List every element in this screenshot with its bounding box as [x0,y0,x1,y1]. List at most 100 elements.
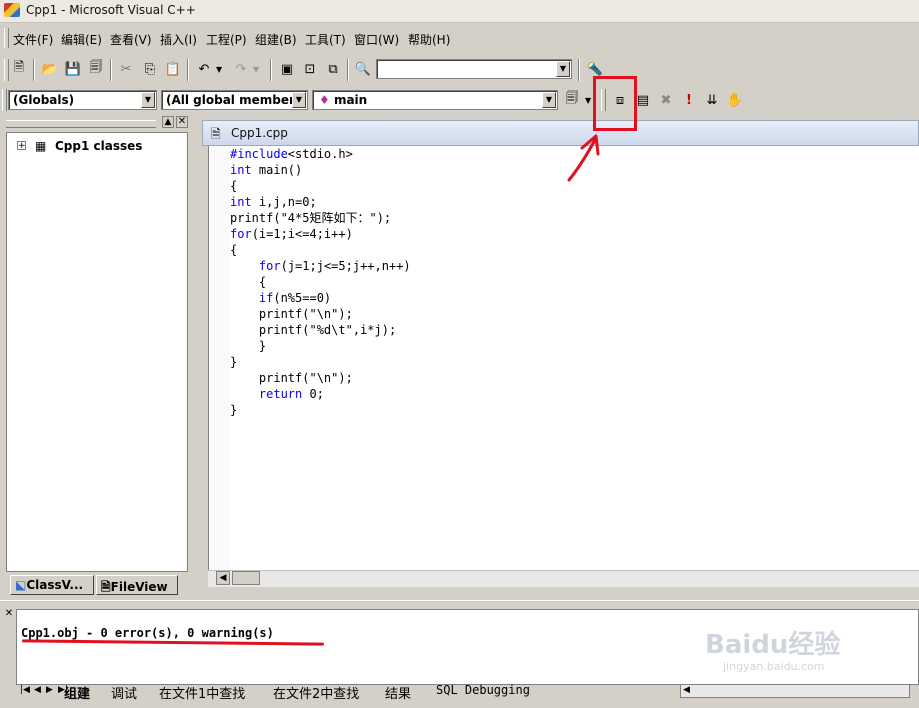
copy-icon[interactable]: ⎘ [140,59,160,79]
output-tab-build[interactable]: 组建 [64,683,90,702]
annotation-highlight-box [593,76,637,131]
code-line[interactable]: } [230,402,411,418]
maximize-icon[interactable]: ▲ [162,116,174,128]
menubar-grip[interactable] [4,28,9,48]
output-tab-find2[interactable]: 在文件2中查找 [273,683,359,702]
code-line[interactable]: } [230,338,411,354]
code-line[interactable]: for(i=1;i<=4;i++) [230,226,411,242]
output-tab-debug[interactable]: 调试 [111,683,137,702]
code-line[interactable]: printf("\n"); [230,370,411,386]
execute-icon[interactable]: ! [679,90,699,110]
code-line[interactable]: { [230,274,411,290]
title-bar: Cpp1 - Microsoft Visual C++ [0,0,919,23]
redo-dropdown-icon[interactable]: ▼ [253,65,259,74]
toolbar-separator [33,59,35,81]
save-all-icon[interactable]: 🗐 [86,59,106,79]
code-editor[interactable]: #include<stdio.h> int main(){int i,j,n=0;… [230,146,411,418]
keyword-token: if [258,291,274,305]
code-line[interactable]: { [230,242,411,258]
tab-next-icon[interactable]: ▶ [46,685,53,695]
menu-project[interactable]: 工程(P) [206,31,247,48]
code-line[interactable]: for(j=1;j<=5;j++,n++) [230,258,411,274]
tree-root-label[interactable]: Cpp1 classes [55,139,142,153]
output-window[interactable]: Cpp1.obj - 0 error(s), 0 warning(s) Baid… [16,609,919,685]
menu-bar: 文件(F) 编辑(E) 查看(V) 插入(I) 工程(P) 组建(B) 工具(T… [0,24,919,52]
wizard-action-icon[interactable]: 🗐 [562,90,582,110]
close-icon[interactable]: ✕ [176,116,188,128]
code-line[interactable]: printf("4*5矩阵如下："); [230,210,411,226]
menu-edit[interactable]: 编辑(E) [61,31,102,48]
code-line[interactable]: printf("%d\t",i*j); [230,322,411,338]
paste-icon[interactable]: 📋 [163,59,183,79]
stop-build-icon[interactable]: ✖ [656,90,676,110]
scroll-left-icon[interactable]: ◀ [683,685,690,695]
output-window-icon[interactable]: ⊡ [300,59,320,79]
menu-build[interactable]: 组建(B) [255,31,297,48]
scope-combo[interactable]: (Globals) ▼ [8,90,157,110]
go-icon[interactable]: ⇊ [702,90,722,110]
function-member-icon: ♦ [319,93,330,107]
chevron-down-icon[interactable]: ▼ [292,92,306,108]
class-view-tree: + ▦ Cpp1 classes [6,132,188,572]
undo-icon[interactable]: ↶ [194,59,214,79]
keyword-token: return [258,387,303,401]
toolbar-separator [270,59,272,81]
save-icon[interactable]: 💾 [63,59,83,79]
wizard-action-dropdown-icon[interactable]: ▼ [585,96,591,105]
tab-fileview[interactable]: 🗎FileView [96,575,178,595]
horizontal-scrollbar[interactable]: ◀ [208,570,919,587]
tab-prev-icon[interactable]: ◀ [34,685,41,695]
function-combo-value: main [333,93,368,107]
menu-window[interactable]: 窗口(W) [354,31,399,48]
menu-tools[interactable]: 工具(T) [305,31,346,48]
redo-icon[interactable]: ↷ [231,59,251,79]
document-icon: 🗎 [211,127,221,141]
undo-dropdown-icon[interactable]: ▼ [216,65,222,74]
scroll-thumb[interactable] [232,571,260,585]
code-line[interactable]: } [230,354,411,370]
toolbar-grip[interactable] [2,89,7,111]
toolbar-separator [110,59,112,81]
editor-tab-title[interactable]: Cpp1.cpp [231,126,288,140]
window-list-icon[interactable]: ⧉ [323,59,343,79]
keyword-token: for [258,259,281,273]
chevron-down-icon[interactable]: ▼ [556,61,570,77]
members-combo[interactable]: (All global members ▼ [161,90,308,110]
menu-file[interactable]: 文件(F) [13,31,53,48]
new-file-icon[interactable]: 🗎 [9,59,29,79]
code-line[interactable]: { [230,178,411,194]
app-icon[interactable] [4,3,20,17]
code-line[interactable]: if(n%5==0) [230,290,411,306]
window-title: Cpp1 - Microsoft Visual C++ [26,3,196,17]
tab-first-icon[interactable]: |◀ [20,685,30,695]
chevron-down-icon[interactable]: ▼ [542,92,556,108]
workspace-grip[interactable] [6,120,156,128]
code-line[interactable]: #include<stdio.h> [230,146,411,162]
members-combo-value: (All global members [166,93,303,107]
chevron-down-icon[interactable]: ▼ [141,92,155,108]
menu-view[interactable]: 查看(V) [110,31,152,48]
menu-insert[interactable]: 插入(I) [160,31,197,48]
code-line[interactable]: int main() [230,162,411,178]
output-tab-results[interactable]: 结果 [385,683,411,702]
tab-classview[interactable]: ⬕ClassV... [10,575,94,595]
open-folder-icon[interactable]: 📂 [40,59,60,79]
output-close-icon[interactable]: ✕ [3,608,15,620]
breakpoint-hand-icon[interactable]: ✋ [725,90,745,110]
function-combo[interactable]: ♦ main ▼ [312,90,558,110]
expand-icon[interactable]: + [17,141,26,151]
code-line[interactable]: return 0; [230,386,411,402]
output-hscrollbar[interactable]: ◀ [680,684,910,698]
keyword-token: #include [230,147,288,161]
output-tab-sql[interactable]: SQL Debugging [436,683,530,699]
scroll-left-icon[interactable]: ◀ [216,571,230,585]
code-line[interactable]: printf("\n"); [230,306,411,322]
workspace-window-icon[interactable]: ▣ [277,59,297,79]
output-tab-find1[interactable]: 在文件1中查找 [159,683,245,702]
menu-help[interactable]: 帮助(H) [408,31,450,48]
scope-combo-value: (Globals) [13,93,75,107]
find-combo[interactable]: ▼ [376,59,572,79]
cut-icon[interactable]: ✂ [116,59,136,79]
find-in-files-icon[interactable]: 🔍 [353,59,373,79]
code-line[interactable]: int i,j,n=0; [230,194,411,210]
